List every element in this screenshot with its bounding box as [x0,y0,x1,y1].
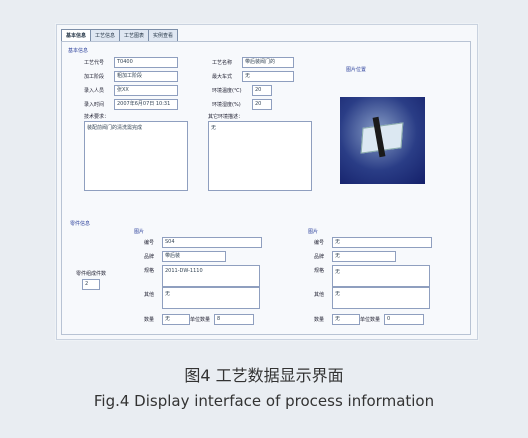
part2-id-label: 编号 [314,240,325,246]
part2-spec-field[interactable]: 无 [332,265,430,287]
note-right-label: 其它环境描述： [208,114,244,120]
stage-field[interactable]: 粗加工阶段 [114,71,178,82]
process-name-field[interactable]: 带后装阀门的 [242,57,294,68]
caption-english: Fig.4 Display interface of process infor… [93,392,435,410]
field-label: 录入人员 [84,88,105,94]
part2-name-field[interactable]: 无 [332,251,396,262]
part2-name-label: 品牌 [314,254,325,260]
humidity-field[interactable]: 20 [252,99,272,110]
field-label: 加工阶段 [84,74,105,80]
part1-name-label: 品牌 [144,254,155,260]
environment-textarea[interactable]: 无 [208,121,312,191]
caption-chinese: 图4 工艺数据显示界面 [184,366,344,385]
part2-qty-label: 数量 [314,317,325,323]
main-panel: 基本信息 工艺代号 T0400 加工阶段 粗加工阶段 录入人员 张XX 录入时间… [61,41,471,335]
part2-unit-field[interactable]: 0 [384,314,424,325]
part1-qty-field[interactable]: 无 [162,314,190,325]
field-label: 工艺名称 [212,60,233,66]
product-photo [340,97,425,184]
part2-other-label: 其他 [314,292,325,298]
part1-unit-label: 单位数量 [190,317,211,323]
field-label: 工艺代号 [84,60,105,66]
part1-other-field[interactable]: 无 [162,287,260,309]
part2-title: 图片 [308,229,319,235]
part1-title: 图片 [134,229,145,235]
part1-spec-label: 规格 [144,268,155,274]
field-label: 最大车式 [212,74,233,80]
part2-unit-label: 单位数量 [360,317,381,323]
part1-qty-label: 数量 [144,317,155,323]
field-label: 录入时间 [84,102,105,108]
part1-name-field[interactable]: 带后装 [162,251,226,262]
figure: 基本信息 工艺信息 工艺图表 实例查看 基本信息 工艺代号 T0400 加工阶段… [0,0,528,438]
part2-spec-label: 规格 [314,268,325,274]
part2-id-field[interactable]: 无 [332,237,432,248]
part2-other-field[interactable]: 无 [332,287,430,309]
temperature-field[interactable]: 20 [252,85,272,96]
part1-id-label: 编号 [144,240,155,246]
part-count-label: 零件组成件数 [76,271,107,277]
section-basic-title: 基本信息 [68,48,89,54]
part-count-field[interactable]: 2 [82,279,100,290]
image-title: 图片位置 [346,67,367,73]
operator-field[interactable]: 张XX [114,85,178,96]
part1-id-field[interactable]: S04 [162,237,262,248]
part1-other-label: 其他 [144,292,155,298]
tech-requirement-textarea[interactable]: 装配前阀门的清洗需完成 [84,121,188,191]
note-left-label: 技术要求： [84,114,110,120]
field-label: 环境湿度(%) [212,102,241,108]
part2-qty-field[interactable]: 无 [332,314,360,325]
entry-time-field[interactable]: 2007年6月07日 10:31 [114,99,178,110]
process-code-field[interactable]: T0400 [114,57,178,68]
field-label: 环境温度(℃) [212,88,242,94]
max-type-field[interactable]: 无 [242,71,294,82]
section-parts-title: 零件信息 [70,221,91,227]
part1-unit-field[interactable]: 8 [214,314,254,325]
part1-spec-field[interactable]: 2011-DW-1110 [162,265,260,287]
